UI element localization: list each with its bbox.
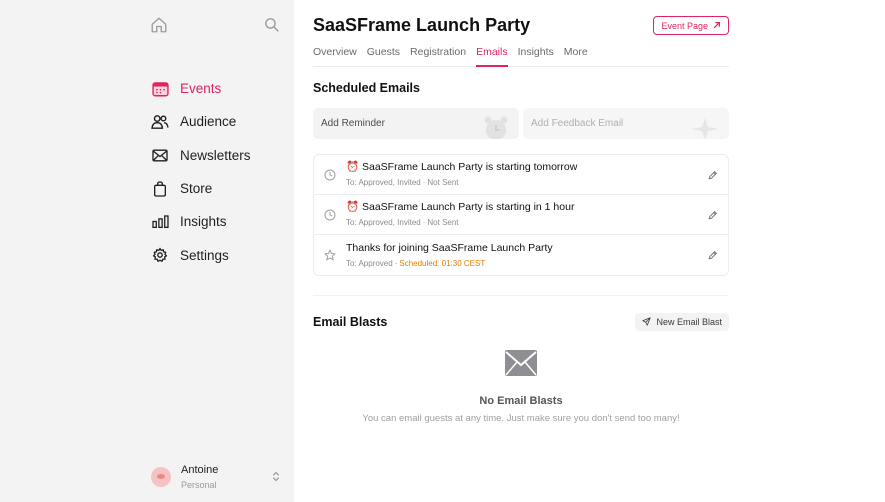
sidebar-item-label: Insights (180, 214, 227, 230)
email-status: Not Sent (427, 218, 459, 227)
email-recipients: To: Approved, Invited (346, 178, 421, 187)
tab-overview[interactable]: Overview (313, 45, 357, 67)
alarm-emoji: ⏰ (346, 201, 360, 213)
clock-icon (314, 169, 346, 181)
home-icon[interactable] (150, 16, 168, 39)
scheduled-emails-title: Scheduled Emails (313, 81, 420, 95)
tab-registration[interactable]: Registration (410, 45, 466, 67)
sidebar-top-icons (150, 16, 280, 36)
envelope-icon (313, 350, 729, 376)
user-name: Antoine (181, 463, 219, 476)
sparkle-icon (691, 118, 719, 139)
new-email-blast-label: New Email Blast (656, 317, 722, 327)
email-title: SaaSFrame Launch Party is starting tomor… (362, 161, 578, 173)
sidebar-item-newsletters[interactable]: Newsletters (151, 139, 251, 172)
star-icon (314, 249, 346, 261)
email-recipients: To: Approved (346, 258, 393, 268)
sidebar-item-settings[interactable]: Settings (151, 238, 251, 271)
sidebar-item-label: Store (180, 181, 213, 197)
list-item[interactable]: ⏰ SaaSFrame Launch Party is starting tom… (314, 155, 728, 195)
bar-chart-icon (151, 213, 169, 231)
scheduled-email-list: ⏰ SaaSFrame Launch Party is starting tom… (313, 154, 729, 276)
list-item[interactable]: ⏰ SaaSFrame Launch Party is starting in … (314, 195, 728, 235)
alarm-clock-icon (483, 116, 509, 139)
email-blasts-title: Email Blasts (313, 315, 388, 329)
chevron-up-down-icon (271, 471, 281, 483)
sidebar-item-store[interactable]: Store (151, 172, 251, 205)
empty-state: No Email Blasts You can email guests at … (313, 350, 729, 424)
alarm-emoji: ⏰ (346, 161, 360, 173)
email-status: Scheduled: 01:30 CEST (399, 258, 486, 268)
avatar (151, 467, 171, 487)
list-item[interactable]: Thanks for joining SaaSFrame Launch Part… (314, 235, 728, 275)
email-recipients: To: Approved, Invited (346, 218, 421, 227)
mail-icon (151, 146, 169, 164)
sidebar-item-label: Audience (180, 114, 237, 130)
clock-icon (314, 209, 346, 221)
empty-state-subtitle: You can email guests at any time. Just m… (362, 413, 680, 424)
sidebar-item-insights[interactable]: Insights (151, 205, 251, 238)
section-divider (313, 295, 729, 296)
pencil-icon[interactable] (698, 250, 728, 260)
pencil-icon[interactable] (698, 210, 728, 220)
sidebar: Events Audience Newsletters Store Insigh… (0, 0, 294, 502)
add-feedback-email-label: Add Feedback Email (531, 118, 624, 129)
tab-insights[interactable]: Insights (518, 45, 554, 67)
quick-actions: Add Reminder Add Feedback Email (313, 108, 729, 139)
tab-bar: Overview Guests Registration Emails Insi… (313, 45, 729, 67)
tab-guests[interactable]: Guests (367, 45, 400, 67)
user-switcher[interactable]: Antoine Personal (151, 463, 281, 491)
external-link-icon (713, 21, 721, 31)
tab-more[interactable]: More (564, 45, 588, 67)
sidebar-item-label: Events (180, 81, 222, 97)
sidebar-item-label: Settings (180, 247, 229, 263)
empty-state-title: No Email Blasts (479, 395, 563, 407)
add-reminder-button[interactable]: Add Reminder (313, 108, 519, 139)
add-reminder-label: Add Reminder (321, 118, 385, 129)
add-feedback-email-button[interactable]: Add Feedback Email (523, 108, 729, 139)
sidebar-item-events[interactable]: Events (151, 72, 251, 105)
email-title: SaaSFrame Launch Party is starting in 1 … (362, 201, 575, 213)
calendar-icon (151, 80, 169, 98)
tab-emails[interactable]: Emails (476, 45, 508, 67)
sidebar-item-audience[interactable]: Audience (151, 105, 251, 138)
event-page-label: Event Page (661, 20, 708, 31)
users-icon (151, 113, 169, 131)
send-icon (642, 316, 652, 328)
shopping-bag-icon (151, 180, 169, 198)
sidebar-item-label: Newsletters (180, 147, 251, 163)
email-status: Not Sent (427, 178, 459, 187)
sidebar-nav: Events Audience Newsletters Store Insigh… (151, 72, 251, 272)
user-account-type: Personal (181, 479, 217, 490)
email-title: Thanks for joining SaaSFrame Launch Part… (346, 241, 553, 254)
new-email-blast-button[interactable]: New Email Blast (635, 313, 729, 331)
event-page-button[interactable]: Event Page (653, 16, 729, 35)
page-title: SaaSFrame Launch Party (313, 15, 531, 35)
gear-icon (151, 246, 169, 264)
pencil-icon[interactable] (698, 170, 728, 180)
search-icon[interactable] (263, 16, 280, 38)
